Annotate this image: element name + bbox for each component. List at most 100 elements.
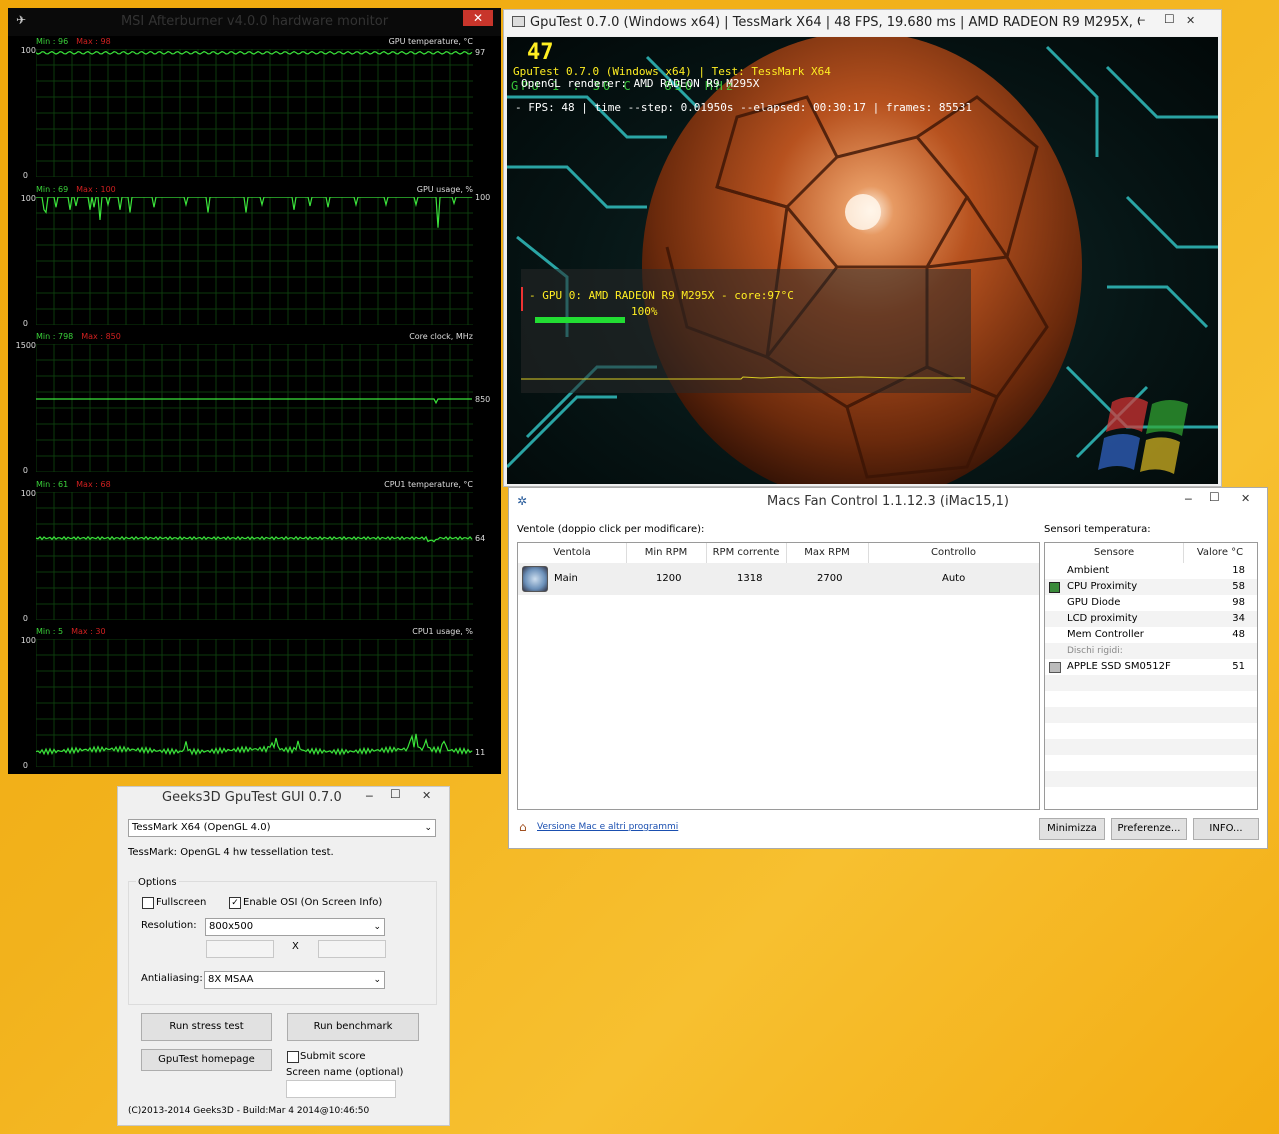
monitor-max: Max : 30 bbox=[71, 627, 106, 636]
monitor-graph bbox=[36, 491, 473, 620]
g3d-titlebar[interactable]: Geeks3D GpuTest GUI 0.7.0 ─ ☐ ✕ bbox=[118, 787, 449, 809]
monitor-max: Max : 98 bbox=[76, 37, 111, 46]
chevron-down-icon: ⌄ bbox=[424, 823, 432, 833]
width-input[interactable] bbox=[206, 940, 274, 958]
minimize-button[interactable]: ─ bbox=[1138, 14, 1145, 27]
preferences-button[interactable]: Preferenze... bbox=[1111, 818, 1187, 840]
msi-titlebar[interactable]: ✈ MSI Afterburner v4.0.0 hardware monito… bbox=[8, 8, 501, 36]
empty-row bbox=[1045, 723, 1257, 739]
close-button[interactable]: ✕ bbox=[1186, 14, 1195, 27]
specular-highlight bbox=[845, 194, 881, 230]
fan-min-rpm: 1200 bbox=[656, 573, 682, 584]
monitor-min: Min : 5 bbox=[36, 627, 64, 636]
sensors-table: Sensore Valore °C Ambient 18 CPU Proximity… bbox=[1044, 542, 1258, 810]
test-description: TessMark: OpenGL 4 hw tessellation test. bbox=[128, 847, 334, 858]
monitor-ymax: 100 bbox=[20, 488, 36, 498]
antialiasing-value: 8X MSAA bbox=[208, 974, 254, 985]
col-valore[interactable]: Valore °C bbox=[1183, 543, 1257, 563]
mac-programs-link[interactable]: Versione Mac e altri programmi bbox=[537, 822, 678, 832]
minimize-button[interactable]: ─ bbox=[1185, 493, 1192, 506]
gputest-homepage-button[interactable]: GpuTest homepage bbox=[141, 1049, 272, 1071]
monitor-series-line bbox=[36, 50, 473, 55]
monitor-ymax: 100 bbox=[20, 636, 36, 645]
macs-fan-control-window: ✲ Macs Fan Control 1.1.12.3 (iMac15,1) ─… bbox=[508, 487, 1268, 849]
osi-label: Enable OSI (On Screen Info) bbox=[243, 897, 383, 908]
sensor-row[interactable]: CPU Proximity 58 bbox=[1045, 579, 1257, 595]
maximize-button[interactable]: ☐ bbox=[390, 787, 401, 801]
maximize-button[interactable]: ☐ bbox=[1209, 490, 1220, 504]
monitor-label: CPU1 usage, % bbox=[412, 627, 473, 636]
app-icon bbox=[512, 16, 525, 27]
col-rpm-corrente[interactable]: RPM corrente bbox=[706, 543, 787, 563]
antialiasing-select[interactable]: 8X MSAA ⌄ bbox=[204, 971, 385, 989]
home-icon: ⌂ bbox=[519, 820, 527, 834]
monitor-current-value: 100 bbox=[475, 192, 491, 202]
close-button[interactable]: ✕ bbox=[422, 789, 431, 802]
col-controllo[interactable]: Controllo bbox=[868, 543, 1039, 563]
monitor-label: GPU temperature, °C bbox=[388, 37, 473, 46]
mfc-titlebar[interactable]: ✲ Macs Fan Control 1.1.12.3 (iMac15,1) ─… bbox=[509, 488, 1267, 514]
fan-icon bbox=[522, 566, 548, 592]
test-select[interactable]: TessMark X64 (OpenGL 4.0) ⌄ bbox=[128, 819, 436, 837]
msi-afterburner-window: ✈ MSI Afterburner v4.0.0 hardware monito… bbox=[8, 8, 501, 774]
monitor-label: Core clock, MHz bbox=[409, 332, 473, 341]
g3d-title: Geeks3D GpuTest GUI 0.7.0 bbox=[162, 790, 342, 805]
monitor-min: Min : 798 bbox=[36, 332, 74, 341]
monitor-current-value: 64 bbox=[475, 534, 486, 544]
test-select-value: TessMark X64 (OpenGL 4.0) bbox=[132, 822, 271, 833]
fullscreen-checkbox[interactable] bbox=[142, 897, 154, 909]
monitor-graph bbox=[36, 49, 473, 177]
sensor-row[interactable]: LCD proximity 34 bbox=[1045, 611, 1257, 627]
monitor-min: Min : 96 bbox=[36, 37, 69, 46]
sensors-section-label: Sensori temperatura: bbox=[1044, 524, 1151, 535]
msi-close-button[interactable]: ✕ bbox=[463, 10, 493, 26]
monitor-minmax: Min : 61 Max : 68 bbox=[36, 480, 111, 489]
submit-score-label: Submit score bbox=[300, 1051, 366, 1062]
col-max-rpm[interactable]: Max RPM bbox=[786, 543, 869, 563]
monitor-ymin: 0 bbox=[22, 171, 28, 180]
gputest-titlebar[interactable]: GpuTest 0.7.0 (Windows x64) | TessMark X… bbox=[504, 10, 1221, 36]
x-separator: X bbox=[292, 941, 299, 952]
info-button[interactable]: INFO... bbox=[1193, 818, 1259, 840]
sensor-row[interactable]: APPLE SSD SM0512F 51 bbox=[1045, 659, 1257, 675]
col-min-rpm[interactable]: Min RPM bbox=[626, 543, 707, 563]
height-input[interactable] bbox=[318, 940, 386, 958]
empty-row bbox=[1045, 755, 1257, 771]
chip-icon bbox=[1049, 582, 1060, 593]
monitor-label: CPU1 temperature, °C bbox=[384, 479, 473, 489]
monitor-graph bbox=[36, 639, 473, 767]
osi-checkbox[interactable]: ✓ bbox=[229, 897, 241, 909]
submit-score-checkbox[interactable] bbox=[287, 1051, 299, 1063]
col-ventola[interactable]: Ventola bbox=[518, 543, 627, 563]
options-label: Options bbox=[136, 877, 179, 888]
run-benchmark-button[interactable]: Run benchmark bbox=[287, 1013, 419, 1041]
screen-name-input[interactable] bbox=[286, 1080, 396, 1098]
monitor-min: Min : 61 bbox=[36, 479, 69, 489]
sensor-row[interactable]: GPU Diode 98 bbox=[1045, 595, 1257, 611]
minimize-button[interactable]: ─ bbox=[366, 790, 373, 803]
resolution-label: Resolution: bbox=[141, 920, 197, 931]
gpu-graph-panel: - GPU 0: AMD RADEON R9 M295X - core:97°C… bbox=[521, 269, 971, 393]
close-button[interactable]: ✕ bbox=[1241, 492, 1250, 505]
maximize-button[interactable]: ☐ bbox=[1164, 12, 1175, 26]
sensor-row[interactable]: Ambient 18 bbox=[1045, 563, 1257, 579]
disks-group-label: Dischi rigidi: bbox=[1045, 643, 1257, 659]
sensor-row[interactable]: Mem Controller 48 bbox=[1045, 627, 1257, 643]
sensor-value: 58 bbox=[1232, 581, 1245, 592]
monitor-max: Max : 850 bbox=[81, 332, 121, 341]
monitor-graph bbox=[36, 344, 473, 472]
col-sensore[interactable]: Sensore bbox=[1045, 543, 1184, 563]
monitor-minmax: Min : 798 Max : 850 bbox=[36, 332, 121, 341]
graph-marker bbox=[521, 287, 523, 311]
monitor-ymax: 100 bbox=[20, 46, 36, 55]
minimize-app-button[interactable]: Minimizza bbox=[1039, 818, 1105, 840]
disk-name: APPLE SSD SM0512F bbox=[1067, 661, 1171, 672]
monitor-panel: Min : 96 Max : 98 GPU temperature, °C 100… bbox=[8, 37, 501, 183]
monitor-ymin: 0 bbox=[22, 318, 28, 328]
fan-control-mode[interactable]: Auto bbox=[942, 573, 965, 584]
resolution-select[interactable]: 800x500 ⌄ bbox=[205, 918, 385, 936]
monitor-graph bbox=[36, 196, 473, 325]
sensor-value: 48 bbox=[1232, 629, 1245, 640]
run-stress-test-button[interactable]: Run stress test bbox=[141, 1013, 272, 1041]
table-row[interactable]: Main 1200 1318 2700 Auto bbox=[518, 563, 1039, 595]
